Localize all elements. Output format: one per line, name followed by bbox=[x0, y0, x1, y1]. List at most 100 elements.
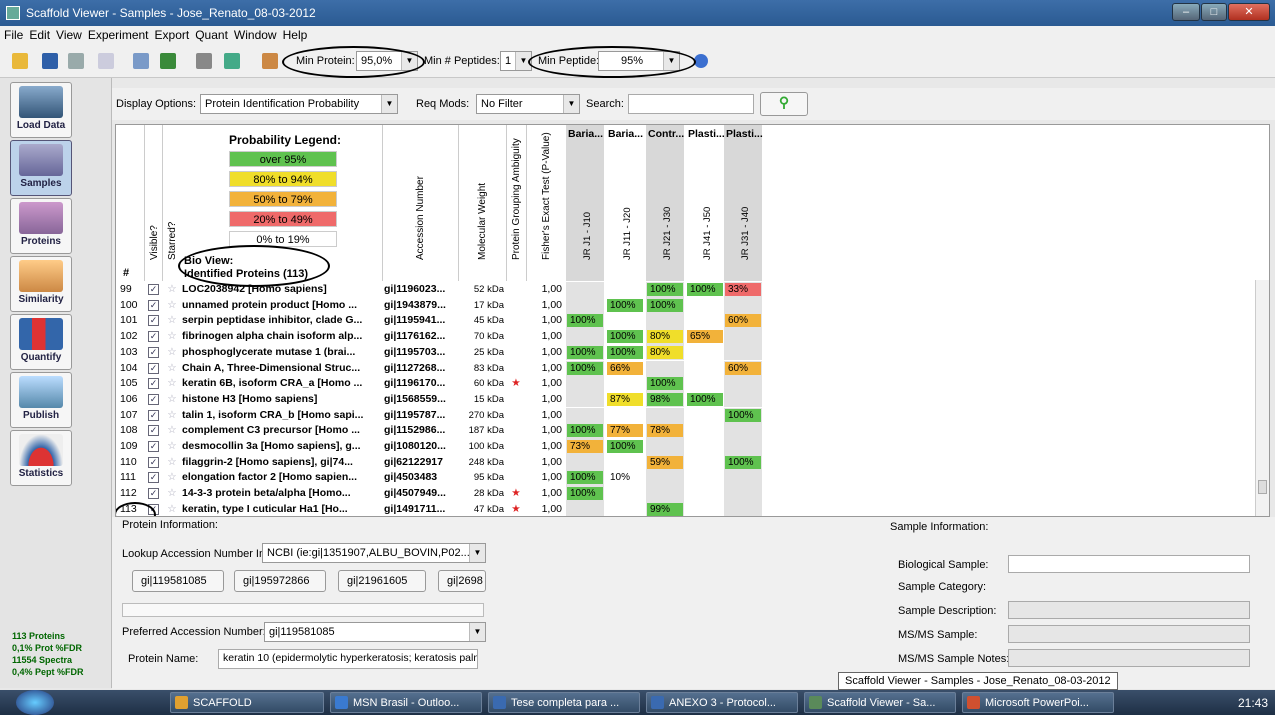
col-mw[interactable]: Molecular Weight bbox=[458, 125, 506, 281]
probability-cell[interactable]: 100% bbox=[567, 345, 603, 359]
probability-cell[interactable]: 60% bbox=[725, 361, 761, 375]
minimize-button[interactable]: – bbox=[1172, 3, 1200, 21]
table-row[interactable]: 112 ✓ ☆ 14-3-3 protein beta/alpha [Homo... g… bbox=[116, 486, 1256, 502]
table-row[interactable]: 99 ✓ ☆ LOC2038942 [Homo sapiens] gi|1196023.… bbox=[116, 282, 1256, 298]
menu-experiment[interactable]: Experiment bbox=[88, 28, 149, 42]
table-row[interactable]: 106 ✓ ☆ histone H3 [Homo sapiens] gi|1568559… bbox=[116, 391, 1256, 408]
load-data-button[interactable]: Load Data bbox=[10, 82, 72, 138]
probability-cell[interactable]: 60% bbox=[725, 314, 761, 328]
probability-cell[interactable]: 100% bbox=[567, 487, 603, 501]
visible-checkbox[interactable]: ✓ bbox=[148, 441, 159, 452]
visible-checkbox[interactable]: ✓ bbox=[148, 409, 159, 421]
star-icon[interactable]: ☆ bbox=[166, 329, 178, 345]
col-fisher[interactable]: Fisher's Exact Test (P-Value) bbox=[526, 125, 564, 281]
menu-edit[interactable]: Edit bbox=[29, 28, 50, 42]
star-icon[interactable]: ☆ bbox=[166, 455, 178, 471]
table-row[interactable]: 100 ✓ ☆ unnamed protein product [Homo ... gi… bbox=[116, 297, 1256, 314]
star-icon[interactable]: ☆ bbox=[166, 486, 178, 502]
visible-checkbox[interactable]: ✓ bbox=[148, 472, 159, 484]
lookup-select[interactable]: NCBI (ie:gi|1351907,ALBU_BOVIN,P02... ▼ bbox=[262, 543, 486, 563]
probability-cell[interactable]: 100% bbox=[687, 392, 723, 406]
taskbar-item[interactable]: SCAFFOLD bbox=[170, 692, 324, 713]
table-row[interactable]: 109 ✓ ☆ desmocollin 3a [Homo sapiens], g...… bbox=[116, 439, 1256, 455]
star-icon[interactable]: ☆ bbox=[166, 392, 178, 408]
col-grouping[interactable]: Protein Grouping Ambiguity bbox=[506, 125, 526, 281]
taskbar-item[interactable]: Tese completa para ... bbox=[488, 692, 640, 713]
table-row[interactable]: 111 ✓ ☆ elongation factor 2 [Homo sapien...… bbox=[116, 470, 1256, 486]
sample-column[interactable]: Baria... JR J11 - J20 bbox=[606, 125, 644, 281]
table-row[interactable]: 101 ✓ ☆ serpin peptidase inhibitor, clade G… bbox=[116, 313, 1256, 329]
open-icon[interactable] bbox=[12, 53, 28, 69]
table-row[interactable]: 105 ✓ ☆ keratin 6B, isoform CRA_a [Homo ...… bbox=[116, 376, 1256, 392]
accession-button-1[interactable]: gi|119581085 bbox=[132, 570, 224, 592]
visible-checkbox[interactable]: ✓ bbox=[148, 378, 159, 390]
statistics-button[interactable]: Statistics bbox=[10, 430, 72, 486]
visible-checkbox[interactable]: ✓ bbox=[148, 456, 159, 468]
sample-field-input[interactable] bbox=[1008, 649, 1250, 667]
similarity-button[interactable]: Similarity bbox=[10, 256, 72, 312]
probability-cell[interactable]: 100% bbox=[607, 330, 643, 344]
table-row[interactable]: 104 ✓ ☆ Chain A, Three-Dimensional Struc...… bbox=[116, 360, 1256, 377]
sample-column[interactable]: Plasti... JR J41 - J50 bbox=[686, 125, 725, 281]
probability-cell[interactable]: 10% bbox=[607, 471, 643, 484]
accession-button-3[interactable]: gi|21961605 bbox=[338, 570, 426, 592]
star-icon[interactable]: ☆ bbox=[166, 439, 178, 455]
horizontal-scrollbar[interactable] bbox=[122, 603, 484, 617]
sample-field-input[interactable] bbox=[1008, 555, 1250, 573]
publish-button[interactable]: Publish bbox=[10, 372, 72, 428]
preferred-select[interactable]: gi|119581085 ▼ bbox=[264, 622, 486, 642]
help-icon[interactable] bbox=[694, 54, 708, 68]
accession-button-4[interactable]: gi|2698 bbox=[438, 570, 486, 592]
taskbar-item[interactable]: ANEXO 3 - Protocol... bbox=[646, 692, 798, 713]
search-button[interactable]: ⚲ bbox=[760, 92, 808, 116]
menu-window[interactable]: Window bbox=[234, 28, 277, 42]
star-icon[interactable]: ☆ bbox=[166, 376, 178, 392]
sample-column[interactable]: Baria... JR J1 - J10 bbox=[566, 125, 604, 281]
probability-cell[interactable]: 33% bbox=[725, 283, 761, 296]
probability-cell[interactable]: 73% bbox=[567, 440, 603, 453]
quantify-button[interactable]: Quantify bbox=[10, 314, 72, 370]
req-mods-select[interactable]: No Filter ▼ bbox=[476, 94, 580, 114]
col-visible[interactable]: Visible? bbox=[144, 125, 162, 281]
visible-checkbox[interactable]: ✓ bbox=[148, 362, 159, 374]
star-icon[interactable]: ☆ bbox=[166, 282, 178, 298]
probability-cell[interactable]: 100% bbox=[567, 424, 603, 438]
probability-cell[interactable]: 100% bbox=[567, 471, 603, 485]
close-button[interactable]: ✕ bbox=[1228, 3, 1270, 21]
sample-column[interactable]: Plasti... JR J31 - J40 bbox=[724, 125, 763, 281]
sample-field-input[interactable] bbox=[1008, 625, 1250, 643]
vertical-scrollbar[interactable] bbox=[1255, 280, 1269, 516]
visible-checkbox[interactable]: ✓ bbox=[148, 284, 159, 295]
copy-icon[interactable] bbox=[133, 53, 149, 69]
probability-cell[interactable]: 100% bbox=[607, 440, 643, 453]
star-icon[interactable]: ☆ bbox=[166, 423, 178, 439]
star-icon[interactable]: ☆ bbox=[166, 470, 178, 486]
samples-button[interactable]: Samples bbox=[10, 140, 72, 196]
star-icon[interactable]: ☆ bbox=[166, 502, 178, 516]
visible-checkbox[interactable]: ✓ bbox=[148, 315, 159, 327]
probability-cell[interactable]: 78% bbox=[647, 424, 683, 438]
taskbar-item[interactable]: Microsoft PowerPoi... bbox=[962, 692, 1114, 713]
star-icon[interactable]: ☆ bbox=[166, 361, 178, 377]
search-input[interactable] bbox=[628, 94, 754, 114]
probability-cell[interactable]: 100% bbox=[725, 408, 761, 422]
proteins-button[interactable]: Proteins bbox=[10, 198, 72, 254]
save-icon[interactable] bbox=[42, 53, 58, 69]
star-icon[interactable]: ☆ bbox=[166, 345, 178, 361]
probability-cell[interactable]: 100% bbox=[567, 361, 603, 375]
probability-cell[interactable]: 100% bbox=[647, 377, 683, 391]
star-icon[interactable]: ☆ bbox=[166, 408, 178, 424]
preview-icon[interactable] bbox=[98, 53, 114, 69]
taskbar-item[interactable]: Scaffold Viewer - Sa... bbox=[804, 692, 956, 713]
probability-cell[interactable]: 100% bbox=[607, 345, 643, 359]
menu-view[interactable]: View bbox=[56, 28, 82, 42]
probability-cell[interactable]: 100% bbox=[687, 283, 723, 296]
col-starred[interactable]: Starred? bbox=[162, 125, 180, 281]
table-row[interactable]: 102 ✓ ☆ fibrinogen alpha chain isoform alp.… bbox=[116, 329, 1256, 345]
sample-field-input[interactable] bbox=[1008, 601, 1250, 619]
col-accession[interactable]: Accession Number bbox=[382, 125, 458, 281]
maximize-button[interactable]: □ bbox=[1201, 3, 1227, 21]
probability-cell[interactable]: 100% bbox=[607, 298, 643, 312]
visible-checkbox[interactable]: ✓ bbox=[148, 331, 159, 343]
accession-button-2[interactable]: gi|195972866 bbox=[234, 570, 326, 592]
